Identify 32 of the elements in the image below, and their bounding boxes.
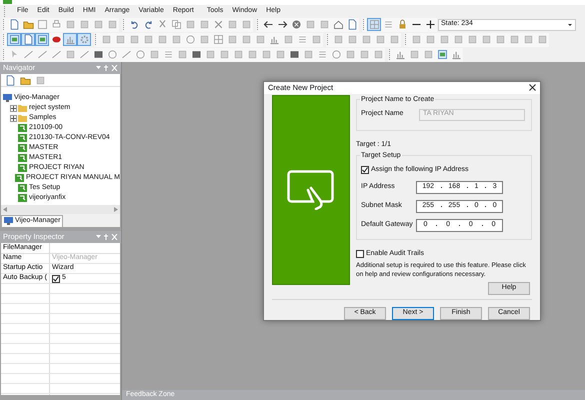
project-icon bbox=[18, 184, 27, 192]
checkbox[interactable] bbox=[52, 274, 60, 282]
checkbox[interactable] bbox=[361, 166, 369, 174]
project-icon bbox=[18, 124, 27, 132]
project-icon bbox=[18, 164, 27, 172]
project-icon bbox=[18, 154, 27, 162]
window-icon[interactable] bbox=[7, 33, 21, 46]
project-icon bbox=[18, 134, 27, 142]
window-icon[interactable] bbox=[435, 48, 449, 61]
grid-icon[interactable] bbox=[211, 33, 225, 46]
scroll-right-icon[interactable] bbox=[114, 206, 118, 212]
grid-icon[interactable] bbox=[367, 18, 381, 31]
copy-icon[interactable] bbox=[169, 18, 183, 31]
chart-icon[interactable] bbox=[63, 33, 77, 46]
project-icon bbox=[18, 144, 27, 152]
touch-screen-icon bbox=[287, 170, 335, 210]
app-logo-icon bbox=[3, 0, 12, 4]
page-icon[interactable] bbox=[21, 33, 35, 46]
computer-icon bbox=[3, 94, 12, 102]
computer-icon bbox=[4, 217, 13, 225]
expand-toggle-icon[interactable] bbox=[10, 114, 17, 122]
project-icon bbox=[15, 174, 24, 182]
window-icon[interactable] bbox=[35, 33, 49, 46]
expand-toggle-icon[interactable] bbox=[10, 104, 17, 112]
close-icon[interactable] bbox=[529, 84, 536, 92]
horizontal-scrollbar[interactable] bbox=[1, 204, 120, 214]
project-icon bbox=[18, 194, 27, 202]
pane-controls-icon[interactable] bbox=[96, 65, 118, 71]
pane-controls-icon[interactable] bbox=[96, 234, 118, 240]
home-icon[interactable] bbox=[331, 18, 345, 31]
checkbox[interactable] bbox=[356, 250, 364, 258]
scroll-left-icon[interactable] bbox=[3, 206, 7, 212]
